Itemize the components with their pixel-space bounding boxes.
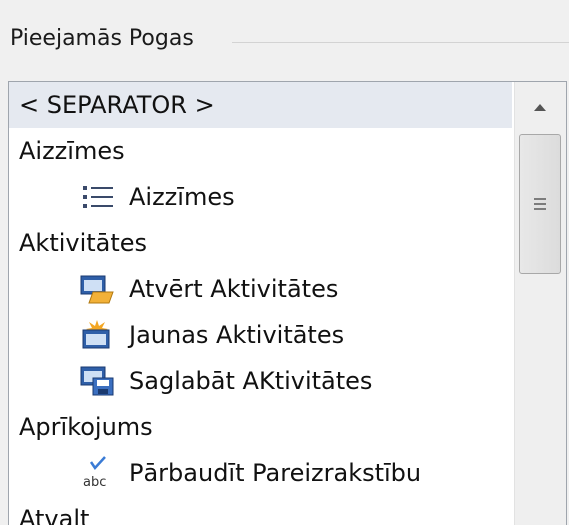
scroll-thumb[interactable]: [519, 134, 561, 274]
list-item[interactable]: Jaunas Aktivitātes: [9, 312, 512, 358]
list-category[interactable]: Aprīkojums: [9, 404, 512, 450]
list-item-label: Jaunas Aktivitātes: [129, 321, 345, 349]
list-item-label: Saglabāt AKtivitātes: [129, 367, 373, 395]
available-buttons-listbox[interactable]: < SEPARATOR > Aizzīmes Aizzīmes Aktivitātes…: [8, 81, 567, 525]
list-category[interactable]: Atvalt: [9, 496, 512, 525]
list-item-label: Aizzīmes: [129, 183, 235, 211]
list-item-label: < SEPARATOR >: [19, 91, 215, 119]
save-activities-icon: [77, 364, 117, 398]
bullet-list-icon: [77, 180, 117, 214]
list-item[interactable]: Atvērt Aktivitātes: [9, 266, 512, 312]
available-buttons-panel: Pieejamās Pogas < SEPARATOR > Aizzīmes Aiz…: [0, 0, 569, 525]
list-category[interactable]: Aktivitātes: [9, 220, 512, 266]
list-category[interactable]: Aizzīmes: [9, 128, 512, 174]
list-item[interactable]: abc Pārbaudīt Pareizrakstību: [9, 450, 512, 496]
new-activities-icon: [77, 318, 117, 352]
svg-text:abc: abc: [83, 475, 106, 490]
list-item-label: Aprīkojums: [19, 413, 153, 441]
list-item-label: Aktivitātes: [19, 229, 148, 257]
group-divider: [232, 42, 569, 43]
spellcheck-icon: abc: [77, 456, 117, 490]
vertical-scrollbar[interactable]: [514, 82, 566, 525]
group-title: Pieejamās Pogas: [10, 26, 200, 51]
list-item-label: Aizzīmes: [19, 137, 125, 165]
list-item[interactable]: Aizzīmes: [9, 174, 512, 220]
list-item-label: Pārbaudīt Pareizrakstību: [129, 459, 422, 487]
list-item-label: Atvalt: [19, 505, 90, 525]
list-rows: < SEPARATOR > Aizzīmes Aizzīmes Aktivitātes…: [9, 82, 512, 525]
open-activities-icon: [77, 272, 117, 306]
scroll-grip-icon: [534, 198, 546, 210]
scroll-up-arrow-icon[interactable]: [518, 86, 562, 128]
list-category[interactable]: < SEPARATOR >: [9, 82, 512, 128]
list-item-label: Atvērt Aktivitātes: [129, 275, 339, 303]
list-item[interactable]: Saglabāt AKtivitātes: [9, 358, 512, 404]
